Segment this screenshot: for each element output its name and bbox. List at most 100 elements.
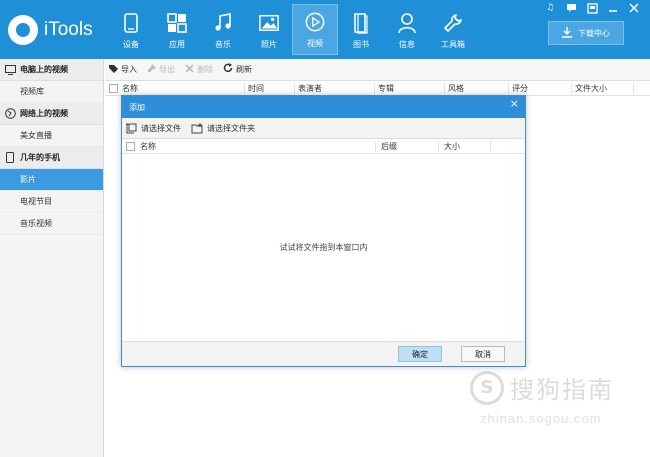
- column-divider: [438, 141, 439, 152]
- nav-label-messages: 信息: [399, 40, 415, 49]
- download-center-button[interactable]: 下载中心: [548, 21, 624, 45]
- dialog-drop-zone[interactable]: 试试将文件拖到本窗口内: [122, 154, 525, 340]
- nav-books[interactable]: 图书: [338, 4, 384, 55]
- column-name[interactable]: 名称: [119, 83, 138, 94]
- nav-label-apps: 应用: [169, 40, 185, 49]
- globe-icon: [4, 108, 16, 120]
- refresh-icon: [223, 63, 233, 76]
- select-all-checkbox[interactable]: [109, 84, 118, 93]
- delete-button[interactable]: 删除: [185, 63, 213, 76]
- nav-messages[interactable]: 信息: [384, 4, 430, 55]
- tag-icon: [109, 64, 118, 76]
- column-divider: [633, 83, 637, 94]
- export-label: 导出: [159, 65, 175, 74]
- pin-icon: [147, 63, 156, 76]
- sidebar-item-movies[interactable]: 影片: [0, 169, 103, 191]
- phone-icon: [121, 13, 141, 33]
- sidebar-section-label: 电脑上的视频: [20, 65, 68, 74]
- dialog-column-name[interactable]: 名称: [137, 141, 156, 152]
- play-icon: [305, 12, 325, 32]
- dialog-toolbar: 请选择文件 请选择文件夹: [122, 118, 525, 139]
- apps-icon: [167, 13, 187, 33]
- sidebar-item-tv-shows[interactable]: 电视节目: [0, 191, 103, 213]
- column-time[interactable]: 时间: [244, 83, 264, 94]
- book-icon: [351, 13, 371, 34]
- select-file-label: 请选择文件: [141, 123, 181, 133]
- column-style[interactable]: 风格: [444, 83, 464, 94]
- sidebar: 电脑上的视频 视频库 网络上的视频 美女直播 几年的手机 影片 电视节目 音乐视…: [0, 59, 104, 457]
- sidebar-item-video-library[interactable]: 视频库: [0, 81, 103, 103]
- sidebar-section-phone[interactable]: 几年的手机: [0, 147, 103, 169]
- nav-label-toolbox: 工具箱: [441, 40, 465, 49]
- nav-photos[interactable]: 照片: [246, 4, 292, 55]
- nav-label-music: 音乐: [215, 40, 231, 49]
- nav-label-books: 图书: [353, 40, 369, 49]
- nav-device[interactable]: 设备: [108, 4, 154, 55]
- select-folder-label: 请选择文件夹: [207, 123, 255, 133]
- chat-icon[interactable]: [565, 2, 577, 14]
- skin-icon[interactable]: [586, 2, 598, 14]
- monitor-icon: [4, 64, 16, 76]
- dialog-column-size[interactable]: 大小: [441, 141, 460, 152]
- import-button[interactable]: 导入: [109, 64, 137, 76]
- column-file-size[interactable]: 文件大小: [571, 83, 607, 94]
- select-folder-button[interactable]: 请选择文件夹: [191, 122, 255, 134]
- itools-logo: iTools: [8, 14, 93, 46]
- sidebar-section-label: 网络上的视频: [20, 109, 68, 118]
- export-button[interactable]: 导出: [147, 63, 175, 76]
- dialog-column-ext[interactable]: 后缀: [378, 141, 397, 152]
- drop-hint-text: 试试将文件拖到本窗口内: [279, 242, 368, 252]
- watermark-text: 搜狗指南: [510, 376, 614, 404]
- delete-label: 删除: [197, 65, 213, 74]
- main-nav: 设备 应用 音乐 照片 视频 图书 信息 工具箱: [108, 4, 476, 55]
- download-center-label: 下载中心: [578, 28, 610, 38]
- sogou-watermark: S 搜狗指南 zhinan.sogou.com: [470, 370, 640, 440]
- nav-apps[interactable]: 应用: [154, 4, 200, 55]
- sidebar-section-label: 几年的手机: [20, 153, 60, 162]
- minimize-icon[interactable]: [607, 2, 619, 14]
- add-dialog: 添加 × 请选择文件 请选择文件夹 名称 后缀 大小 试试将文件拖到本窗口内 确…: [121, 95, 526, 367]
- dialog-close-button[interactable]: ×: [510, 97, 519, 110]
- import-label: 导入: [121, 65, 137, 74]
- main-toolbar: 导入 导出 删除 刷新: [105, 59, 650, 81]
- column-album[interactable]: 专辑: [374, 83, 394, 94]
- window-controls: ♫: [544, 2, 640, 14]
- itools-logo-icon: [8, 15, 38, 45]
- add-file-icon: [126, 122, 137, 134]
- nav-label-video: 视频: [307, 39, 323, 48]
- nav-label-photos: 照片: [261, 40, 277, 49]
- music-player-icon[interactable]: ♫: [544, 2, 556, 14]
- column-rating[interactable]: 评分: [508, 83, 528, 94]
- sidebar-item-live-stream[interactable]: 美女直播: [0, 125, 103, 147]
- nav-label-device: 设备: [123, 40, 139, 49]
- user-icon: [397, 13, 417, 34]
- refresh-label: 刷新: [236, 65, 252, 74]
- sidebar-section-pc-videos[interactable]: 电脑上的视频: [0, 59, 103, 81]
- wrench-icon: [443, 13, 463, 33]
- nav-video[interactable]: 视频: [292, 4, 338, 55]
- sogou-logo-icon: S: [470, 370, 504, 405]
- nav-music[interactable]: 音乐: [200, 4, 246, 55]
- photo-icon: [259, 13, 279, 33]
- select-file-button[interactable]: 请选择文件: [126, 122, 181, 134]
- video-list-header: 名称 时间 表演者 专辑 风格 评分 文件大小: [105, 81, 650, 96]
- sidebar-section-online-videos[interactable]: 网络上的视频: [0, 103, 103, 125]
- column-divider: [490, 141, 491, 152]
- nav-toolbox[interactable]: 工具箱: [430, 4, 476, 55]
- dialog-footer: 确定 取消: [122, 341, 525, 366]
- top-bar: iTools 设备 应用 音乐 照片 视频 图书 信息 工具箱 ♫ 下载中心: [0, 0, 650, 59]
- watermark-url: zhinan.sogou.com: [480, 411, 602, 426]
- dialog-select-all-checkbox[interactable]: [126, 142, 135, 151]
- phone-icon: [4, 152, 16, 164]
- cancel-button[interactable]: 取消: [461, 346, 505, 362]
- app-logo-text: iTools: [44, 19, 93, 40]
- ok-button[interactable]: 确定: [398, 346, 442, 362]
- add-folder-icon: [191, 122, 203, 134]
- close-icon[interactable]: [628, 2, 640, 14]
- sidebar-item-music-videos[interactable]: 音乐视频: [0, 213, 103, 235]
- download-icon: [562, 26, 572, 40]
- column-artist[interactable]: 表演者: [294, 83, 322, 94]
- dialog-title: 添加: [129, 102, 145, 112]
- dialog-list-header: 名称 后缀 大小: [122, 139, 525, 154]
- refresh-button[interactable]: 刷新: [223, 63, 252, 76]
